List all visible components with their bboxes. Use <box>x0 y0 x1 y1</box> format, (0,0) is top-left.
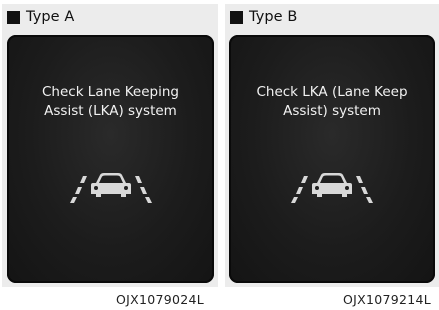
lane-keeping-assist-icon <box>69 173 152 203</box>
warning-message-line-2: Assist (LKA) system <box>44 103 177 119</box>
warning-message-line-1: Check LKA (Lane Keep <box>256 84 408 100</box>
cluster-display: Check Lane Keeping Assist (LKA) system <box>7 35 214 283</box>
figure-code-type-b: OJX1079214L <box>343 292 432 307</box>
figure-code-type-a: OJX1079024L <box>116 292 205 307</box>
panel-type-b: Type B Check LKA (Lane Keep Assist) syst… <box>225 4 439 287</box>
bullet-square-icon <box>7 10 20 24</box>
warning-message-line-1: Check Lane Keeping <box>41 84 179 100</box>
panel-title: Type B <box>249 9 298 25</box>
warning-message: Check LKA (Lane Keep Assist) system <box>229 83 435 121</box>
panel-header: Type A <box>2 4 218 30</box>
lane-keeping-assist-icon <box>291 173 373 203</box>
warning-message: Check Lane Keeping Assist (LKA) system <box>7 83 214 121</box>
panel-header: Type B <box>225 4 439 30</box>
warning-message-line-2: Assist) system <box>283 103 381 119</box>
panel-title: Type A <box>26 9 75 25</box>
panel-type-a: Type A Check Lane Keeping Assist (LKA) s… <box>2 4 218 287</box>
bullet-square-icon <box>230 10 243 24</box>
cluster-display: Check LKA (Lane Keep Assist) system <box>229 35 435 283</box>
